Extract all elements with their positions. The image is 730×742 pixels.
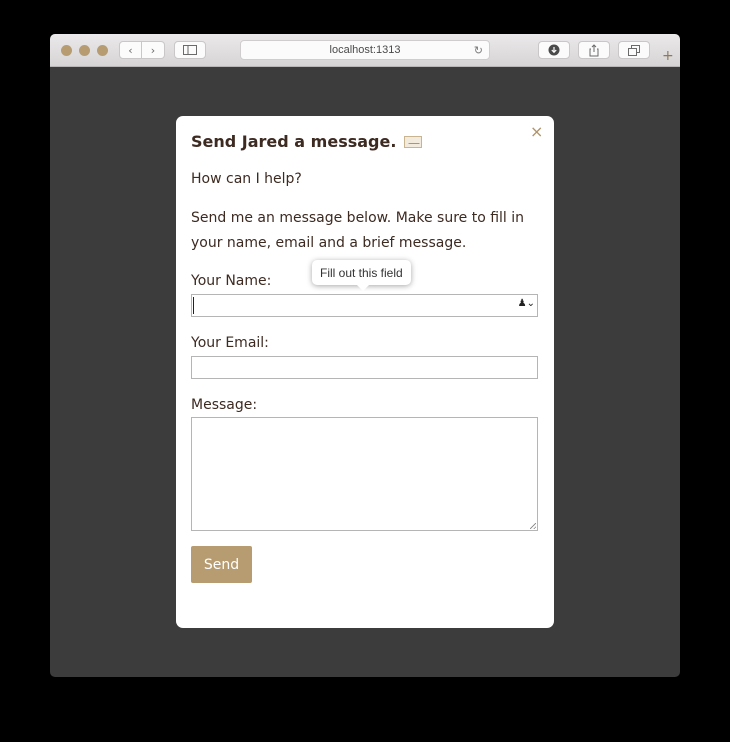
send-button[interactable]: Send — [191, 546, 252, 583]
minimize-dot[interactable] — [79, 45, 90, 56]
name-label: Your Name: — [191, 273, 272, 289]
reload-icon[interactable]: ↻ — [474, 44, 483, 57]
modal-title-text: Send Jared a message. — [191, 132, 397, 151]
back-arrow-icon[interactable]: ‹ — [119, 41, 142, 59]
description-text: Send me an message below. Make sure to f… — [191, 210, 525, 251]
email-input[interactable] — [191, 356, 538, 379]
name-input[interactable]: ♟⌄ — [191, 294, 538, 317]
intro-text: How can I help? — [191, 171, 302, 187]
message-textarea[interactable] — [191, 417, 538, 531]
envelope-icon — [404, 135, 423, 148]
new-tab-plus-icon[interactable]: + — [662, 48, 674, 64]
browser-toolbar: ‹ › localhost:1313 ↻ + — [50, 34, 680, 67]
email-label: Your Email: — [191, 335, 269, 351]
modal-title: Send Jared a message. — [191, 132, 423, 151]
share-icon[interactable] — [578, 41, 610, 59]
contact-autofill-icon[interactable]: ♟⌄ — [518, 298, 535, 309]
sidebar-icon[interactable] — [174, 41, 206, 59]
validation-tooltip: Fill out this field — [312, 260, 411, 291]
resize-handle-icon[interactable] — [530, 523, 536, 529]
close-icon[interactable]: × — [530, 122, 543, 141]
message-label: Message: — [191, 397, 258, 413]
address-bar[interactable]: localhost:1313 ↻ — [240, 40, 490, 60]
download-icon[interactable] — [538, 41, 570, 59]
zoom-dot[interactable] — [97, 45, 108, 56]
text-caret — [193, 297, 194, 314]
navigation-buttons: ‹ › — [119, 41, 165, 59]
forward-arrow-icon[interactable]: › — [142, 41, 165, 59]
address-text: localhost:1313 — [329, 44, 401, 56]
validation-tooltip-text: Fill out this field — [320, 265, 403, 280]
tabs-icon[interactable] — [618, 41, 650, 59]
contact-modal: × Send Jared a message. How can I help? … — [176, 116, 554, 628]
close-dot[interactable] — [61, 45, 72, 56]
